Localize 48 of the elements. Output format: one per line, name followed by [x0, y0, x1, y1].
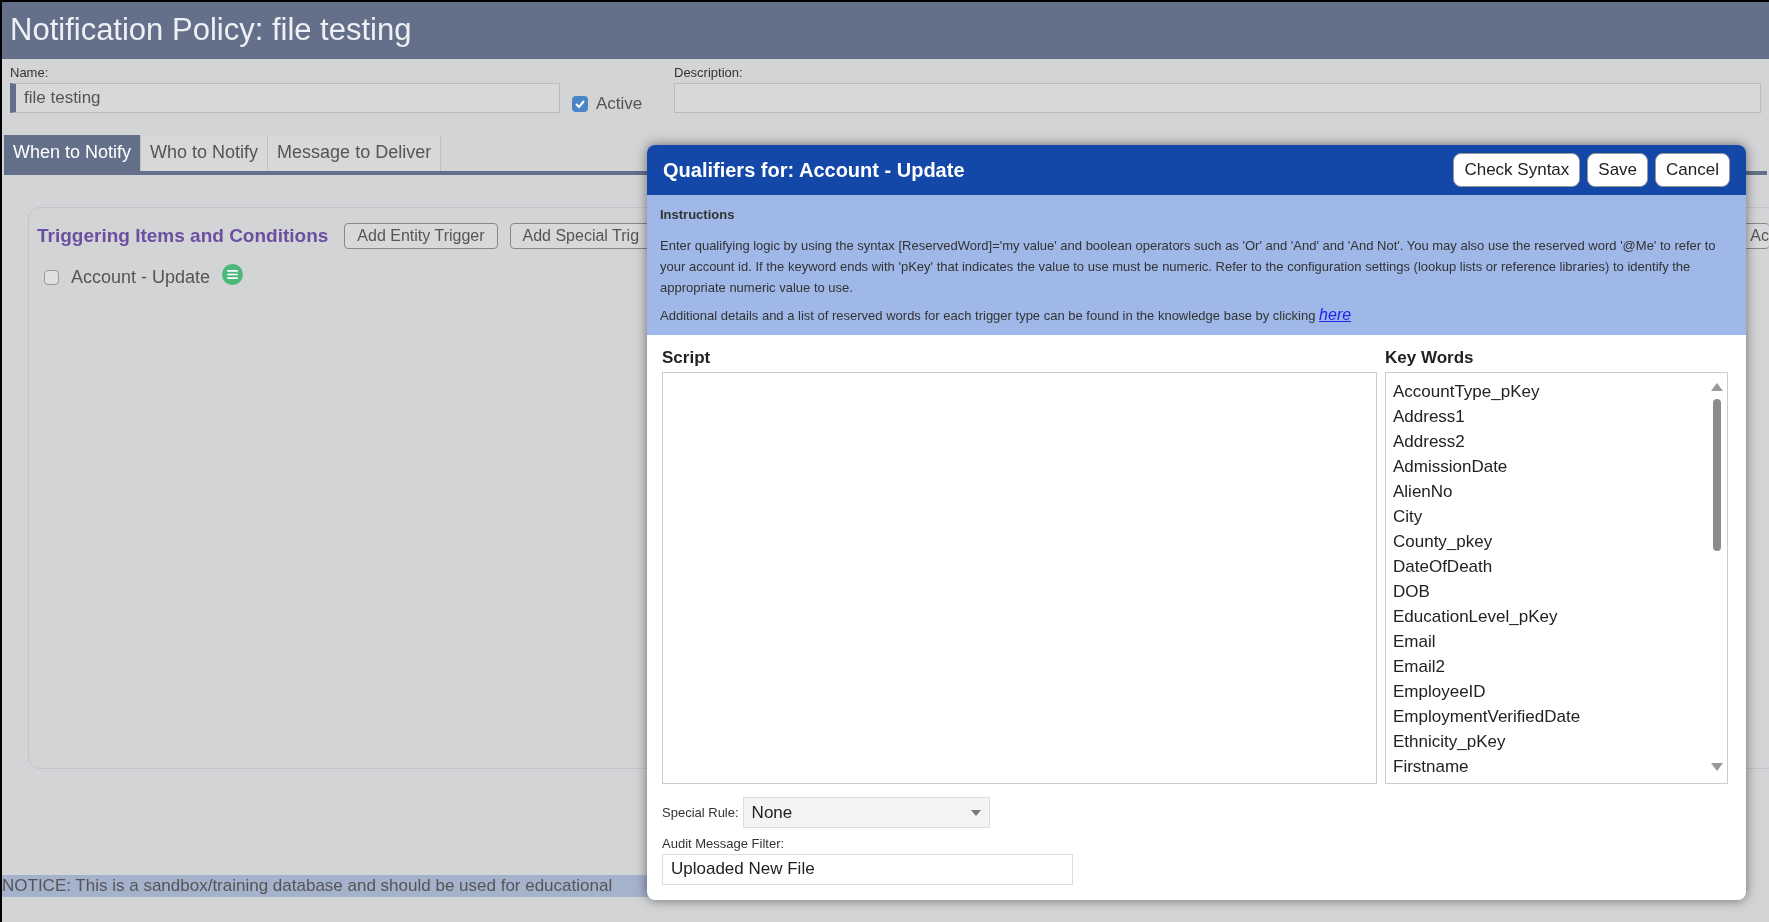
keyword-item[interactable]: Email [1393, 629, 1709, 654]
keyword-item[interactable]: City [1393, 504, 1709, 529]
script-field[interactable] [662, 372, 1377, 784]
add-trigger-button[interactable]: Add Entity Trigger [344, 222, 498, 249]
keyword-item[interactable]: Firstname [1393, 754, 1709, 779]
script-label: Script [662, 346, 712, 369]
tab[interactable]: When to Notify [4, 134, 142, 171]
field-label: Name: [10, 64, 50, 82]
active-checkbox[interactable] [572, 95, 588, 112]
dialog-button[interactable]: Cancel [1655, 153, 1730, 187]
tab[interactable]: Who to Notify [141, 134, 269, 171]
trigger-label: Account - Update [71, 266, 211, 289]
caret-icon [970, 809, 981, 816]
keyword-item[interactable]: Ethnicity_pKey [1393, 729, 1709, 754]
audit-filter-field[interactable]: Uploaded New File [662, 853, 1073, 885]
field-label: Special Rule: [662, 803, 739, 822]
field-label: Audit Message Filter: [661, 835, 786, 853]
keyword-item[interactable]: Email2 [1393, 654, 1709, 679]
list-icon[interactable] [222, 264, 244, 285]
keyword-item[interactable]: EmploymentVerifiedDate [1393, 704, 1709, 729]
description-field[interactable] [674, 82, 1761, 113]
page-title: Notification Policy: file testing [10, 11, 412, 50]
keywords-label: Key Words [1385, 346, 1475, 369]
dialog-button[interactable]: Save [1587, 153, 1649, 187]
keyword-item[interactable]: AlienNo [1393, 479, 1709, 504]
keyword-item[interactable]: DOB [1393, 579, 1709, 604]
keyword-item[interactable]: EmployeeID [1393, 679, 1709, 704]
field-label: Description: [674, 64, 744, 82]
keyword-item[interactable]: Address1 [1393, 404, 1709, 429]
keyword-item[interactable]: EducationLevel_pKey [1393, 604, 1709, 629]
keyword-item[interactable]: Address2 [1393, 429, 1709, 454]
keyword-item[interactable]: DateOfDeath [1393, 554, 1709, 579]
here-link[interactable]: here [1319, 305, 1352, 323]
dialog-title: Qualifiers for: Account - Update [663, 158, 966, 183]
active-label: Active [596, 93, 643, 115]
special-rule-select[interactable]: None [742, 797, 990, 828]
panel-title: Triggering Items and Conditions [37, 223, 329, 248]
dialog-button[interactable]: Check Syntax [1453, 153, 1581, 187]
tab[interactable]: Message to Deliver [268, 134, 442, 171]
keyword-item[interactable]: AdmissionDate [1393, 454, 1709, 479]
keyword-item[interactable]: County_pkey [1393, 529, 1709, 554]
name-field[interactable]: file testing [10, 82, 560, 113]
keyword-item[interactable]: AccountType_pKey [1393, 379, 1709, 404]
instructions-text: Enter qualifying logic by using the syntax [ReservedWord]='my value' and boolean operators such as 'Or' and 'And' and 'And Not'. You may also use the reserved word '@Me' to refer to your account id. If the keyword ends with 'pKey' that indicates the value to use must be numeric. Refer to the configuration settings (lookup lists or reference libraries) to identify the appropriate numeric value to use. [660, 236, 1717, 297]
notice-text: NOTICE: This is a sandbox/training database and should be used for educational [2, 874, 613, 897]
instructions-heading: Instructions [660, 206, 736, 224]
trigger-checkbox[interactable] [44, 270, 59, 285]
instructions-more: Additional details and a list of reserved words for each trigger type can be found in the knowledge base by clicking here [660, 304, 1353, 325]
